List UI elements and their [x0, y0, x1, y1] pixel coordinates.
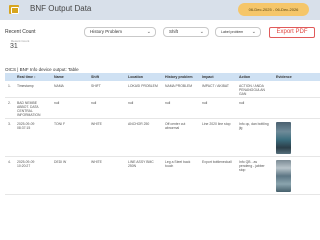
cell-shift: WHITE — [88, 118, 125, 157]
cell-time: 2025-09-09 08:37:15 — [14, 118, 51, 157]
app-logo-icon — [9, 5, 19, 14]
data-table: Real time ↕ Name Shift Location History … — [5, 73, 320, 195]
cell-action: Info qc, dan bottling jig — [236, 118, 273, 157]
cell-name: null — [51, 97, 88, 119]
cell-location: LINE ASSY BMC 250N — [125, 156, 162, 195]
recent-count-value: 31 — [10, 43, 18, 50]
sort-icon[interactable]: ↕ — [34, 75, 36, 79]
cell-impact: Line 2020 line stop — [199, 118, 236, 157]
table-row: 2. BAD NEMBE ABBOT. DATA CENTRAL INFORMA… — [5, 97, 320, 119]
cell-action: ACTION / ANDA PENANGGULAN GAN — [236, 81, 273, 98]
date-range-picker[interactable]: 06-Dec-2025 - 06-Dec-2026 — [238, 3, 309, 16]
evidence-photo[interactable] — [276, 121, 291, 154]
column-header-location: Location — [125, 73, 162, 81]
table-caption: OICS | BNF Info device output: Table — [5, 67, 79, 72]
cell-evidence — [273, 118, 320, 157]
history-problem-select-value: History Problem — [90, 29, 123, 34]
cell-action: null — [236, 97, 273, 119]
cell-location: ANCHOR 250 — [125, 118, 162, 157]
cell-location: LOKASI PROBLEM — [125, 81, 162, 98]
cell-time: Timestamp — [14, 81, 51, 98]
label-problem-select-value: Label problem — [221, 30, 244, 34]
column-header-real-time[interactable]: Real time ↕ — [14, 73, 51, 81]
table-row: 1. Timestamp NAMA SHIFT LOKASI PROBLEM N… — [5, 81, 320, 98]
cell-no: 1. — [5, 81, 14, 98]
export-pdf-button[interactable]: Export PDF — [269, 27, 315, 38]
cell-action: Info QB - as pendeng - jabber stop — [236, 156, 273, 195]
table-row: 3. 2025-09-09 08:37:15 TONI F WHITE ANCH… — [5, 118, 320, 157]
cell-history: Off center cut abnormal — [162, 118, 199, 157]
cell-history: null — [162, 97, 199, 119]
cell-shift: SHIFT — [88, 81, 125, 98]
cell-shift: null — [88, 97, 125, 119]
cell-no: 2. — [5, 97, 14, 119]
cell-evidence — [273, 81, 320, 98]
chevron-down-icon: ⌄ — [146, 29, 151, 35]
column-header-evidence: Evidence — [273, 73, 320, 81]
column-header-action: Action — [236, 73, 273, 81]
label-problem-select[interactable]: Label problem ⌄ — [215, 27, 261, 37]
cell-no: 3. — [5, 118, 14, 157]
cell-shift: WHITE — [88, 156, 125, 195]
cell-history: Leg a Steel back touch — [162, 156, 199, 195]
recent-count-title: Recent Count — [5, 29, 36, 35]
cell-impact: IMPACT / AKIBAT — [199, 81, 236, 98]
chevron-down-icon: ⌄ — [199, 29, 204, 35]
column-header-history-problem: History problem — [162, 73, 199, 81]
evidence-photo[interactable] — [276, 159, 291, 192]
shift-select[interactable]: Shift ⌄ — [163, 27, 209, 37]
cell-history: NAMA PROBLEM — [162, 81, 199, 98]
cell-no: 4. — [5, 156, 14, 195]
table-header-row: Real time ↕ Name Shift Location History … — [5, 73, 320, 81]
cell-evidence — [273, 156, 320, 195]
history-problem-select[interactable]: History Problem ⌄ — [84, 27, 156, 37]
chevron-down-icon: ⌄ — [251, 29, 256, 35]
column-header-impact: Impact — [199, 73, 236, 81]
column-header-no — [5, 73, 14, 81]
cell-evidence — [273, 97, 320, 119]
cell-name: NAMA — [51, 81, 88, 98]
cell-name: TONI F — [51, 118, 88, 157]
cell-name: DEDI W — [51, 156, 88, 195]
column-header-name: Name — [51, 73, 88, 81]
cell-time: 2025-09-09 10:20:27 — [14, 156, 51, 195]
app-title: BNF Output Data — [30, 4, 92, 13]
cell-time: BAD NEMBE ABBOT. DATA CENTRAL INFORMATIO… — [14, 97, 51, 119]
shift-select-value: Shift — [169, 29, 179, 34]
cell-location: null — [125, 97, 162, 119]
cell-impact: Export bottleneckall — [199, 156, 236, 195]
app-header: BNF Output Data 06-Dec-2025 - 06-Dec-202… — [0, 0, 320, 20]
cell-impact: null — [199, 97, 236, 119]
table-row: 4. 2025-09-09 10:20:27 DEDI W WHITE LINE… — [5, 156, 320, 195]
column-header-shift: Shift — [88, 73, 125, 81]
